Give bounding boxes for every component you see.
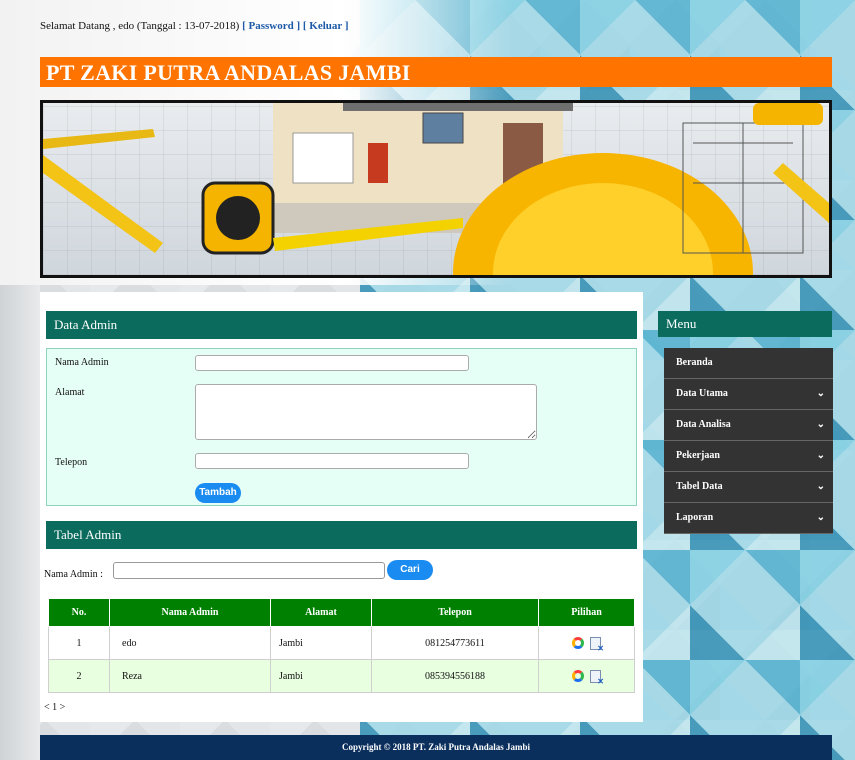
tabel-admin-header: Tabel Admin [46,521,637,549]
cell-alamat: Jambi [270,626,372,660]
company-title-bar: PT ZAKI PUTRA ANDALAS JAMBI [40,57,832,87]
tambah-button[interactable]: Tambah [195,483,241,503]
menu-item-label: Tabel Data [676,481,723,492]
header-banner-image [40,100,832,278]
cell-nama: edo [109,626,271,660]
telepon-label: Telepon [55,457,88,468]
admin-form: Nama Admin Alamat Telepon Tambah [46,348,637,506]
footer-copyright: Copyright © 2018 PT. Zaki Putra Andalas … [341,742,531,752]
column-header-telepon: Telepon [371,598,539,627]
data-admin-header: Data Admin [46,311,637,339]
menu-item-data-analisa[interactable]: Data Analisa ⌄ [664,410,833,441]
cell-pilihan [538,659,635,693]
welcome-text: Selamat Datang , edo (Tanggal : 13-07-20… [40,20,240,32]
delete-icon[interactable] [590,669,604,686]
menu-item-label: Pekerjaan [676,450,720,461]
column-header-nama: Nama Admin [109,598,271,627]
search-label: Nama Admin : [44,569,103,580]
chevron-down-icon: ⌄ [816,450,825,461]
cell-no: 1 [48,626,110,660]
column-header-pilihan: Pilihan [538,598,635,627]
menu-item-tabel-data[interactable]: Tabel Data ⌄ [664,472,833,503]
alamat-label: Alamat [55,387,85,398]
nama-admin-input[interactable] [195,355,469,371]
column-header-no: No. [48,598,110,627]
cari-button[interactable]: Cari [387,560,433,580]
menu-item-label: Data Analisa [676,419,731,430]
menu-item-label: Beranda [676,357,713,368]
cell-no: 2 [48,659,110,693]
menu-item-label: Laporan [676,512,714,523]
telepon-input[interactable] [195,453,469,469]
footer: Copyright © 2018 PT. Zaki Putra Andalas … [40,735,832,760]
main-content-panel: Data Admin Nama Admin Alamat Telepon Tam… [40,292,643,722]
cell-pilihan [538,626,635,660]
table-row: 1 edo Jambi 081254773611 [48,626,635,660]
chevron-down-icon: ⌄ [816,481,825,492]
admin-table: No. Nama Admin Alamat Telepon Pilihan 1 … [48,598,635,693]
nama-admin-label: Nama Admin [55,357,109,368]
cell-telepon: 081254773611 [371,626,539,660]
menu-item-pekerjaan[interactable]: Pekerjaan ⌄ [664,441,833,472]
sidebar-menu: Beranda Data Utama ⌄ Data Analisa ⌄ Pekerj… [664,348,833,534]
menu-item-beranda[interactable]: Beranda [664,348,833,379]
chevron-down-icon: ⌄ [816,388,825,399]
menu-item-data-utama[interactable]: Data Utama ⌄ [664,379,833,410]
cell-alamat: Jambi [270,659,372,693]
alamat-textarea[interactable] [195,384,537,440]
table-header-row: No. Nama Admin Alamat Telepon Pilihan [48,598,635,627]
delete-icon[interactable] [590,636,604,653]
cell-nama: Reza [109,659,271,693]
password-link[interactable]: [ Password ] [242,20,300,32]
logout-link[interactable]: [ Keluar ] [303,20,349,32]
banner-illustration [43,103,829,275]
menu-item-laporan[interactable]: Laporan ⌄ [664,503,833,534]
pagination[interactable]: < 1 > [44,702,65,713]
menu-item-label: Data Utama [676,388,728,399]
chevron-down-icon: ⌄ [816,512,825,523]
column-header-alamat: Alamat [270,598,372,627]
table-row: 2 Reza Jambi 085394556188 [48,659,635,693]
cell-telepon: 085394556188 [371,659,539,693]
edit-icon[interactable] [572,637,584,649]
welcome-bar: Selamat Datang , edo (Tanggal : 13-07-20… [40,20,349,32]
menu-header: Menu [658,311,832,337]
edit-icon[interactable] [572,670,584,682]
chevron-down-icon: ⌄ [816,419,825,430]
company-title: PT ZAKI PUTRA ANDALAS JAMBI [46,60,411,85]
search-input[interactable] [113,562,385,579]
